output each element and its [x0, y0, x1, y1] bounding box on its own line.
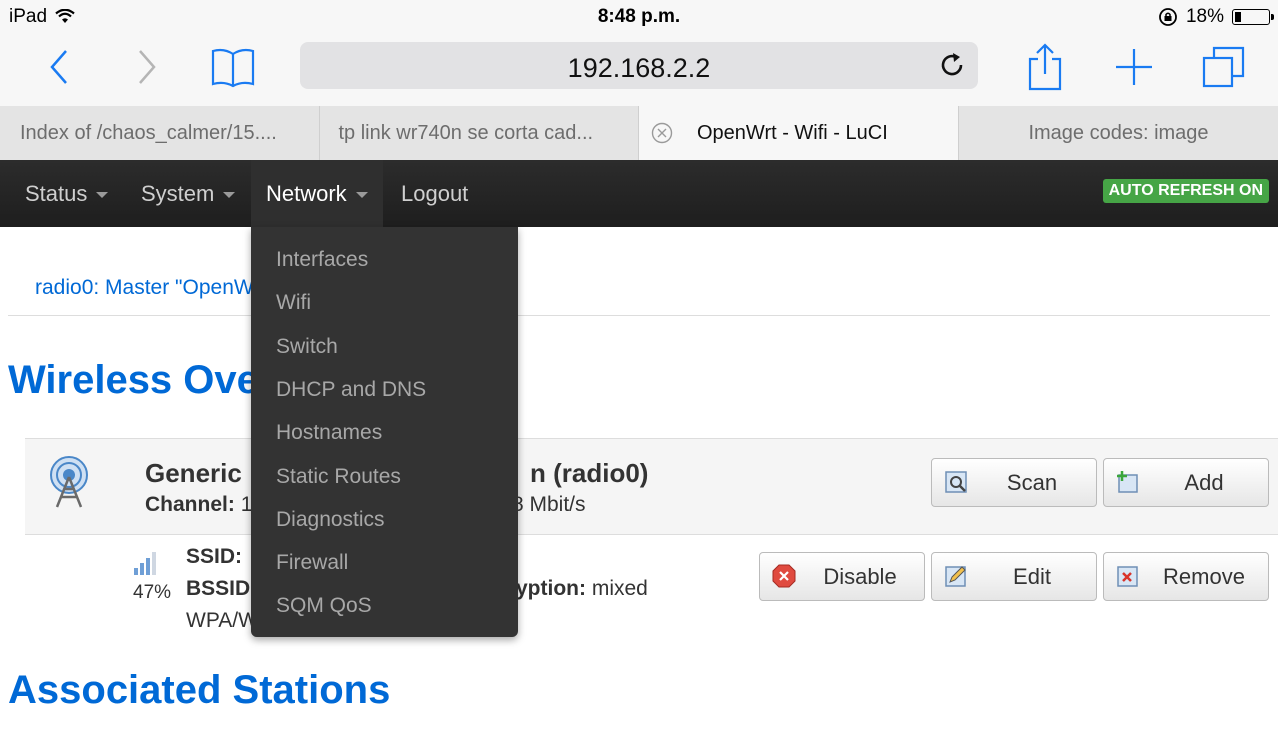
status-left: iPad [9, 6, 75, 28]
encryption-value: mixed [591, 577, 648, 600]
encryption-line2: WPA/W [186, 609, 258, 632]
close-tab-icon[interactable] [651, 122, 673, 144]
caret-down-icon [223, 192, 236, 198]
tabs-icon [1202, 46, 1245, 88]
device-name-tail: n (radio0) [530, 458, 649, 488]
add-button[interactable]: Add [1103, 458, 1269, 507]
button-label: Edit [1013, 564, 1051, 589]
menu-item-sqm-qos[interactable]: SQM QoS [276, 594, 372, 618]
auto-refresh-badge[interactable]: AUTO REFRESH ON [1102, 179, 1269, 203]
scan-icon [945, 471, 967, 493]
menu-item-hostnames[interactable]: Hostnames [276, 421, 382, 445]
menu-item-dhcp-dns[interactable]: DHCP and DNS [276, 378, 426, 402]
nav-label: Logout [401, 180, 469, 206]
nav-status[interactable]: Status [25, 160, 109, 227]
nav-label: Status [25, 180, 88, 206]
menu-item-diagnostics[interactable]: Diagnostics [276, 508, 385, 532]
chevron-left-icon [50, 50, 67, 84]
nav-logout[interactable]: Logout [401, 160, 468, 227]
scan-button[interactable]: Scan [931, 458, 1097, 507]
nav-system[interactable]: System [141, 160, 236, 227]
bssid-label: BSSID [186, 577, 251, 600]
button-label: Disable [823, 564, 897, 589]
breadcrumb-link[interactable]: radio0: Master "OpenW [35, 276, 254, 300]
menu-item-firewall[interactable]: Firewall [276, 551, 348, 575]
book-icon [211, 48, 255, 88]
disable-button[interactable]: Disable [759, 552, 925, 601]
channel-label: Channel: [145, 493, 235, 516]
share-icon [1028, 43, 1062, 91]
ssid-label: SSID: [186, 545, 243, 568]
wireless-antenna-icon [50, 456, 88, 508]
menu-item-static-routes[interactable]: Static Routes [276, 465, 401, 489]
tabs-button[interactable] [1199, 42, 1249, 92]
tab-label: Image codes: image [1028, 122, 1209, 144]
button-label: Scan [1006, 470, 1058, 495]
remove-icon [1117, 566, 1138, 587]
luci-nav-bar: Status System Network Logout AUTO REFRES… [0, 160, 1278, 227]
menu-item-wifi[interactable]: Wifi [276, 291, 311, 315]
new-tab-button[interactable] [1109, 42, 1159, 92]
menu-item-switch[interactable]: Switch [276, 335, 338, 359]
edit-icon [945, 566, 966, 587]
browser-toolbar: 192.168.2.2 [0, 34, 1278, 106]
device-name: iPad [9, 6, 48, 27]
tab-label: Index of /chaos_calmer/15.... [20, 122, 277, 144]
network-dropdown-menu: Interfaces Wifi Switch DHCP and DNS Host… [251, 227, 518, 637]
encryption-info: yption: mixed [516, 577, 648, 601]
battery-percent: 18% [1185, 6, 1224, 27]
tab-image-codes[interactable]: Image codes: image [959, 106, 1278, 160]
button-label: Add [1184, 470, 1224, 495]
tab-tp-link[interactable]: tp link wr740n se corta cad... [320, 106, 639, 160]
reload-icon[interactable] [938, 51, 968, 81]
back-button[interactable] [34, 42, 84, 92]
encryption-label: yption: [516, 577, 586, 600]
tab-label: tp link wr740n se corta cad... [338, 122, 594, 144]
disable-icon [772, 564, 796, 588]
page-content: radio0: Master "OpenW Wireless Ove Gener… [0, 227, 1278, 745]
bookmarks-button[interactable] [208, 42, 258, 92]
nav-network[interactable]: Network [251, 160, 383, 227]
tab-bar: Index of /chaos_calmer/15.... tp link wr… [0, 106, 1278, 160]
radio-device-row: Generic n (radio0) Channel: 1 8 Mbit/s S… [25, 438, 1278, 535]
nav-label: System [141, 180, 215, 206]
chevron-right-icon [139, 50, 156, 84]
caret-down-icon [355, 192, 368, 198]
button-label: Remove [1163, 564, 1245, 589]
edit-button[interactable]: Edit [931, 552, 1097, 601]
ios-status-bar: iPad 8:48 p.m. 18% [0, 0, 1278, 34]
address-bar[interactable]: 192.168.2.2 [300, 42, 978, 89]
device-bitrate: 8 Mbit/s [512, 493, 586, 516]
tab-label: OpenWrt - Wifi - LuCI [697, 122, 888, 144]
remove-button[interactable]: Remove [1103, 552, 1269, 601]
wifi-icon [55, 9, 75, 23]
nav-label: Network [266, 180, 347, 206]
status-right: 18% [1158, 6, 1274, 28]
tab-openwrt-wifi[interactable]: OpenWrt - Wifi - LuCI [639, 106, 959, 160]
signal-percent: 47% [133, 582, 172, 603]
tab-chaos-calmer[interactable]: Index of /chaos_calmer/15.... [0, 106, 320, 160]
device-name: Generic [145, 458, 242, 488]
menu-item-interfaces[interactable]: Interfaces [276, 248, 368, 272]
plus-icon [1116, 49, 1152, 85]
device-channel: Channel: 1 [145, 493, 252, 517]
network-row: 47% SSID: BSSID WPA/W yption: mixed Disa… [0, 542, 1278, 642]
wireless-overview-heading: Wireless Ove [8, 358, 259, 402]
share-button[interactable] [1020, 42, 1070, 92]
battery-icon [1232, 9, 1274, 25]
signal-strength-icon [134, 552, 156, 575]
divider [8, 315, 1270, 316]
caret-down-icon [96, 192, 109, 198]
status-time: 8:48 p.m. [597, 6, 681, 27]
add-icon [1117, 471, 1138, 493]
forward-button[interactable] [122, 42, 172, 92]
orientation-lock-icon [1159, 8, 1177, 26]
url-text: 192.168.2.2 [567, 53, 711, 83]
associated-stations-heading: Associated Stations [8, 668, 391, 712]
